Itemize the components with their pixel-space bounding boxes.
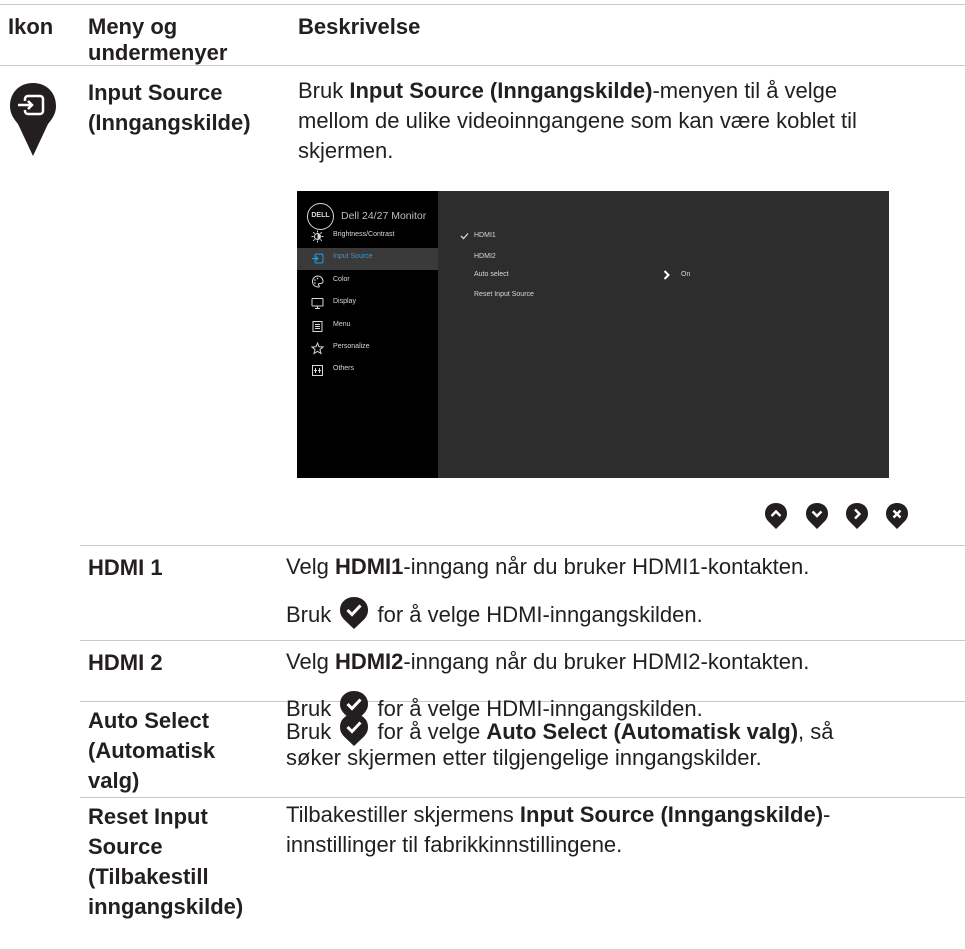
osd-item-brightness[interactable]: Brightness/Contrast bbox=[297, 226, 438, 248]
auto-select-label-line3: valg) bbox=[88, 768, 140, 793]
close-icon bbox=[886, 503, 908, 529]
others-icon bbox=[312, 365, 323, 376]
palette-icon bbox=[311, 275, 324, 288]
top-rule bbox=[0, 4, 965, 5]
check-button-icon bbox=[340, 714, 369, 746]
osd-item-others[interactable]: Others bbox=[297, 360, 438, 382]
row-rule-hdmi2 bbox=[80, 640, 965, 641]
star-icon bbox=[311, 342, 324, 355]
header-description: Beskrivelse bbox=[298, 14, 421, 39]
osd-item-menu[interactable]: Menu bbox=[297, 316, 438, 338]
brightness-icon bbox=[311, 230, 324, 243]
check-button-icon bbox=[340, 597, 369, 629]
auto-select-desc-line2: søker skjermen etter tilgjengelige innga… bbox=[286, 745, 762, 770]
input-source-desc-line1: Bruk Input Source (Inngangskilde)-menyen… bbox=[298, 78, 838, 103]
input-source-desc-line3: skjermen. bbox=[298, 138, 394, 163]
osd-sub-hdmi2[interactable]: HDMI2 bbox=[474, 253, 496, 260]
osd-item-label: Personalize bbox=[333, 343, 370, 350]
osd-sub-auto-select[interactable]: Auto select bbox=[474, 271, 509, 278]
input-source-icon bbox=[10, 83, 56, 156]
auto-select-label-line1: Auto Select bbox=[88, 708, 210, 733]
hdmi1-desc-line2: Bruk for å velge HDMI-inngangskilden. bbox=[286, 596, 703, 630]
chevron-right-icon bbox=[663, 270, 670, 280]
osd-item-display[interactable]: Display bbox=[297, 293, 438, 315]
osd-sub-reset[interactable]: Reset Input Source bbox=[474, 291, 534, 298]
down-icon bbox=[806, 503, 828, 529]
osd-sub-auto-select-value: On bbox=[681, 271, 691, 278]
reset-label-line2: Source bbox=[88, 834, 163, 859]
reset-label-line3: (Tilbakestill bbox=[88, 864, 209, 889]
reset-label-line1: Reset Input bbox=[88, 804, 208, 829]
hdmi2-label: HDMI 2 bbox=[88, 650, 163, 675]
osd-item-personalize[interactable]: Personalize bbox=[297, 338, 438, 360]
row-rule-hdmi1 bbox=[80, 545, 965, 546]
reset-desc-line2: innstillinger til fabrikkinnstillingene. bbox=[286, 832, 623, 857]
osd-screenshot: DELL Dell 24/27 Monitor Brightness/Contr… bbox=[297, 191, 889, 478]
input-source-label-line1: Input Source bbox=[88, 80, 223, 105]
input-source-icon bbox=[312, 253, 324, 264]
osd-item-input-source[interactable]: Input Source bbox=[297, 248, 438, 270]
osd-item-label: Brightness/Contrast bbox=[333, 231, 395, 238]
up-icon bbox=[765, 503, 787, 529]
row-rule-reset bbox=[80, 797, 965, 798]
osd-title: Dell 24/27 Monitor bbox=[341, 210, 427, 222]
reset-label-line4: inngangskilde) bbox=[88, 894, 244, 919]
auto-select-label-line2: (Automatisk bbox=[88, 738, 216, 763]
menu-icon bbox=[312, 321, 323, 332]
monitor-icon bbox=[311, 298, 324, 309]
header-icon: Ikon bbox=[8, 14, 54, 39]
osd-sidebar: DELL Dell 24/27 Monitor Brightness/Contr… bbox=[297, 191, 438, 478]
hdmi2-desc-line1: Velg HDMI2-inngang når du bruker HDMI2-k… bbox=[286, 649, 810, 674]
auto-select-desc-line1: Bruk for å velge Auto Select (Automatisk… bbox=[286, 713, 834, 747]
osd-sub-hdmi1[interactable]: HDMI1 bbox=[474, 232, 496, 239]
osd-item-color[interactable]: Color bbox=[297, 271, 438, 293]
hdmi1-desc-line1: Velg HDMI1-inngang når du bruker HDMI1-k… bbox=[286, 554, 810, 579]
checkmark-icon bbox=[460, 233, 469, 240]
osd-item-label: Others bbox=[333, 365, 355, 372]
reset-desc-line1: Tilbakestiller skjermens Input Source (I… bbox=[286, 802, 831, 827]
header-menu-line1: Meny og bbox=[88, 14, 178, 39]
input-source-desc-line2: mellom de ulike videoinngangene som kan … bbox=[298, 108, 857, 133]
input-source-label-line2: (Inngangskilde) bbox=[88, 110, 251, 135]
right-icon bbox=[846, 503, 868, 529]
osd-item-label: Input Source bbox=[333, 253, 373, 260]
osd-item-label: Menu bbox=[333, 321, 351, 328]
osd-item-label: Display bbox=[333, 298, 356, 305]
osd-item-label: Color bbox=[333, 276, 350, 283]
header-menu-line2: undermenyer bbox=[88, 40, 228, 65]
hdmi1-label: HDMI 1 bbox=[88, 555, 163, 580]
